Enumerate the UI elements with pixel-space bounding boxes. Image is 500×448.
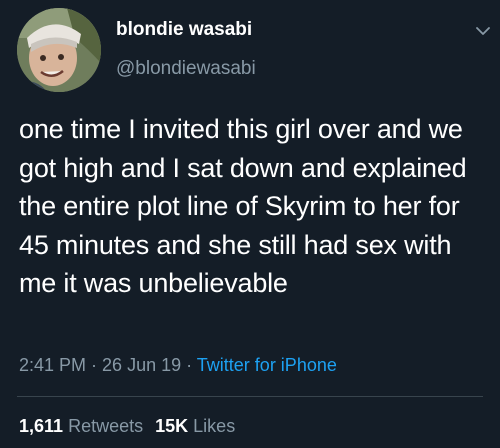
tweet-stats: 1,611 Retweets 15K Likes <box>19 416 235 437</box>
retweets-label: Retweets <box>68 416 144 436</box>
tweet-meta: 2:41 PM · 26 Jun 19 · Twitter for iPhone <box>19 355 337 376</box>
tweet-card: blondie wasabi @blondiewasabi one time I… <box>0 0 500 448</box>
divider <box>17 396 483 397</box>
tweet-source-link[interactable]: Twitter for iPhone <box>197 355 337 375</box>
avatar[interactable] <box>17 8 101 92</box>
meta-separator: · <box>181 355 197 375</box>
tweet-text: one time I invited this girl over and we… <box>19 114 467 298</box>
retweets-stat[interactable]: 1,611 Retweets <box>19 416 143 436</box>
meta-separator: · <box>86 355 103 375</box>
likes-count: 15K <box>155 416 189 436</box>
author-name[interactable]: blondie wasabi <box>116 19 252 41</box>
tweet-time[interactable]: 2:41 PM <box>19 355 86 375</box>
chevron-down-icon[interactable] <box>476 26 490 36</box>
tweet-date[interactable]: 26 Jun 19 <box>102 355 181 375</box>
retweets-count: 1,611 <box>19 416 64 436</box>
likes-label: Likes <box>193 416 236 436</box>
avatar-image <box>17 8 101 92</box>
author-handle[interactable]: @blondiewasabi <box>116 58 256 80</box>
likes-stat[interactable]: 15K Likes <box>155 416 235 436</box>
